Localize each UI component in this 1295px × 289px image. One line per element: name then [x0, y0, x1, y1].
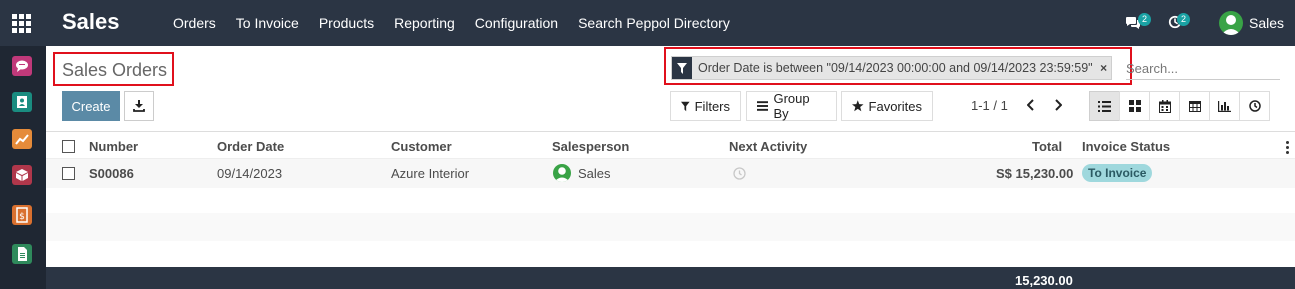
- menu-item-reporting[interactable]: Reporting: [384, 0, 465, 46]
- optional-columns-icon[interactable]: [1286, 141, 1289, 156]
- list-header: Number Order Date Customer Salesperson N…: [46, 131, 1295, 159]
- column-total[interactable]: Total: [1032, 139, 1062, 154]
- group-by-button[interactable]: Group By: [746, 91, 837, 121]
- view-switcher: [1089, 91, 1270, 121]
- status-badge: To Invoice: [1082, 164, 1153, 182]
- filters-button[interactable]: Filters: [670, 91, 741, 121]
- calendar-view-icon[interactable]: [1149, 91, 1180, 121]
- favorites-button[interactable]: Favorites: [841, 91, 933, 121]
- svg-text:$: $: [19, 212, 25, 222]
- inventory-box-icon[interactable]: [12, 165, 32, 185]
- bars-icon: [757, 101, 769, 111]
- contacts-icon[interactable]: [12, 92, 32, 112]
- app-title: Sales: [62, 9, 120, 34]
- download-button[interactable]: [124, 91, 154, 121]
- list-view-icon[interactable]: [1089, 91, 1120, 121]
- chevron-left-icon[interactable]: [1023, 96, 1039, 114]
- filter-icon: [681, 101, 690, 111]
- menu-item-products[interactable]: Products: [309, 0, 384, 46]
- list-footer: 15,230.00: [46, 267, 1295, 289]
- kanban-view-icon[interactable]: [1119, 91, 1150, 121]
- menu-item-search-peppol[interactable]: Search Peppol Directory: [568, 0, 740, 46]
- favorites-label: Favorites: [868, 98, 922, 114]
- main-menu: Orders To Invoice Products Reporting Con…: [163, 0, 740, 46]
- top-navbar: Sales Orders To Invoice Products Reporti…: [0, 0, 1295, 46]
- cell-number: S00086: [89, 166, 134, 181]
- user-name[interactable]: Sales: [1249, 15, 1284, 31]
- menu-item-configuration[interactable]: Configuration: [465, 0, 568, 46]
- activity-view-icon[interactable]: [1239, 91, 1270, 121]
- cell-salesperson: Sales: [578, 166, 611, 181]
- select-all-checkbox[interactable]: [62, 140, 75, 153]
- activity-clock-icon[interactable]: [733, 167, 746, 183]
- column-invoice-status[interactable]: Invoice Status: [1082, 139, 1170, 154]
- cell-total: S$ 15,230.00: [996, 166, 1074, 181]
- app: Sales Orders To Invoice Products Reporti…: [0, 0, 1295, 289]
- download-icon: [133, 100, 145, 112]
- salesperson-avatar: [553, 164, 571, 182]
- cell-customer: Azure Interior: [391, 166, 470, 181]
- search-input[interactable]: [1126, 58, 1280, 80]
- sales-chart-icon[interactable]: [12, 129, 32, 149]
- graph-view-icon[interactable]: [1209, 91, 1240, 121]
- empty-row: [46, 213, 1295, 241]
- group-by-label: Group By: [773, 91, 810, 121]
- chevron-right-icon[interactable]: [1050, 96, 1066, 114]
- create-button[interactable]: Create: [62, 91, 120, 121]
- discuss-icon[interactable]: [12, 56, 32, 76]
- messages-badge: 2: [1138, 13, 1152, 26]
- star-icon: [852, 100, 864, 112]
- filters-label: Filters: [694, 98, 730, 114]
- highlight-box-filter: [664, 47, 1132, 85]
- table-row[interactable]: S00086 09/14/2023 Azure Interior Sales S…: [46, 159, 1295, 188]
- column-number[interactable]: Number: [89, 139, 138, 154]
- highlight-box-title: [53, 52, 174, 86]
- column-salesperson[interactable]: Salesperson: [552, 139, 629, 154]
- sales-order-list: Number Order Date Customer Salesperson N…: [46, 131, 1295, 289]
- documents-icon[interactable]: [12, 244, 32, 264]
- column-order-date[interactable]: Order Date: [217, 139, 284, 154]
- pager-value[interactable]: 1-1 / 1: [971, 98, 1008, 113]
- pivot-view-icon[interactable]: [1179, 91, 1210, 121]
- column-next-activity[interactable]: Next Activity: [729, 139, 807, 154]
- menu-item-orders[interactable]: Orders: [163, 0, 226, 46]
- cell-order-date: 09/14/2023: [217, 166, 283, 181]
- avatar[interactable]: [1219, 11, 1243, 35]
- row-checkbox[interactable]: [62, 167, 75, 180]
- activities-badge: 2: [1177, 13, 1191, 26]
- menu-item-to-invoice[interactable]: To Invoice: [226, 0, 309, 46]
- invoicing-icon[interactable]: $: [12, 205, 32, 225]
- footer-total: 15,230.00: [1015, 273, 1073, 288]
- app-sidebar: $: [0, 46, 46, 289]
- column-customer[interactable]: Customer: [391, 139, 452, 154]
- apps-menu-icon[interactable]: [12, 14, 32, 33]
